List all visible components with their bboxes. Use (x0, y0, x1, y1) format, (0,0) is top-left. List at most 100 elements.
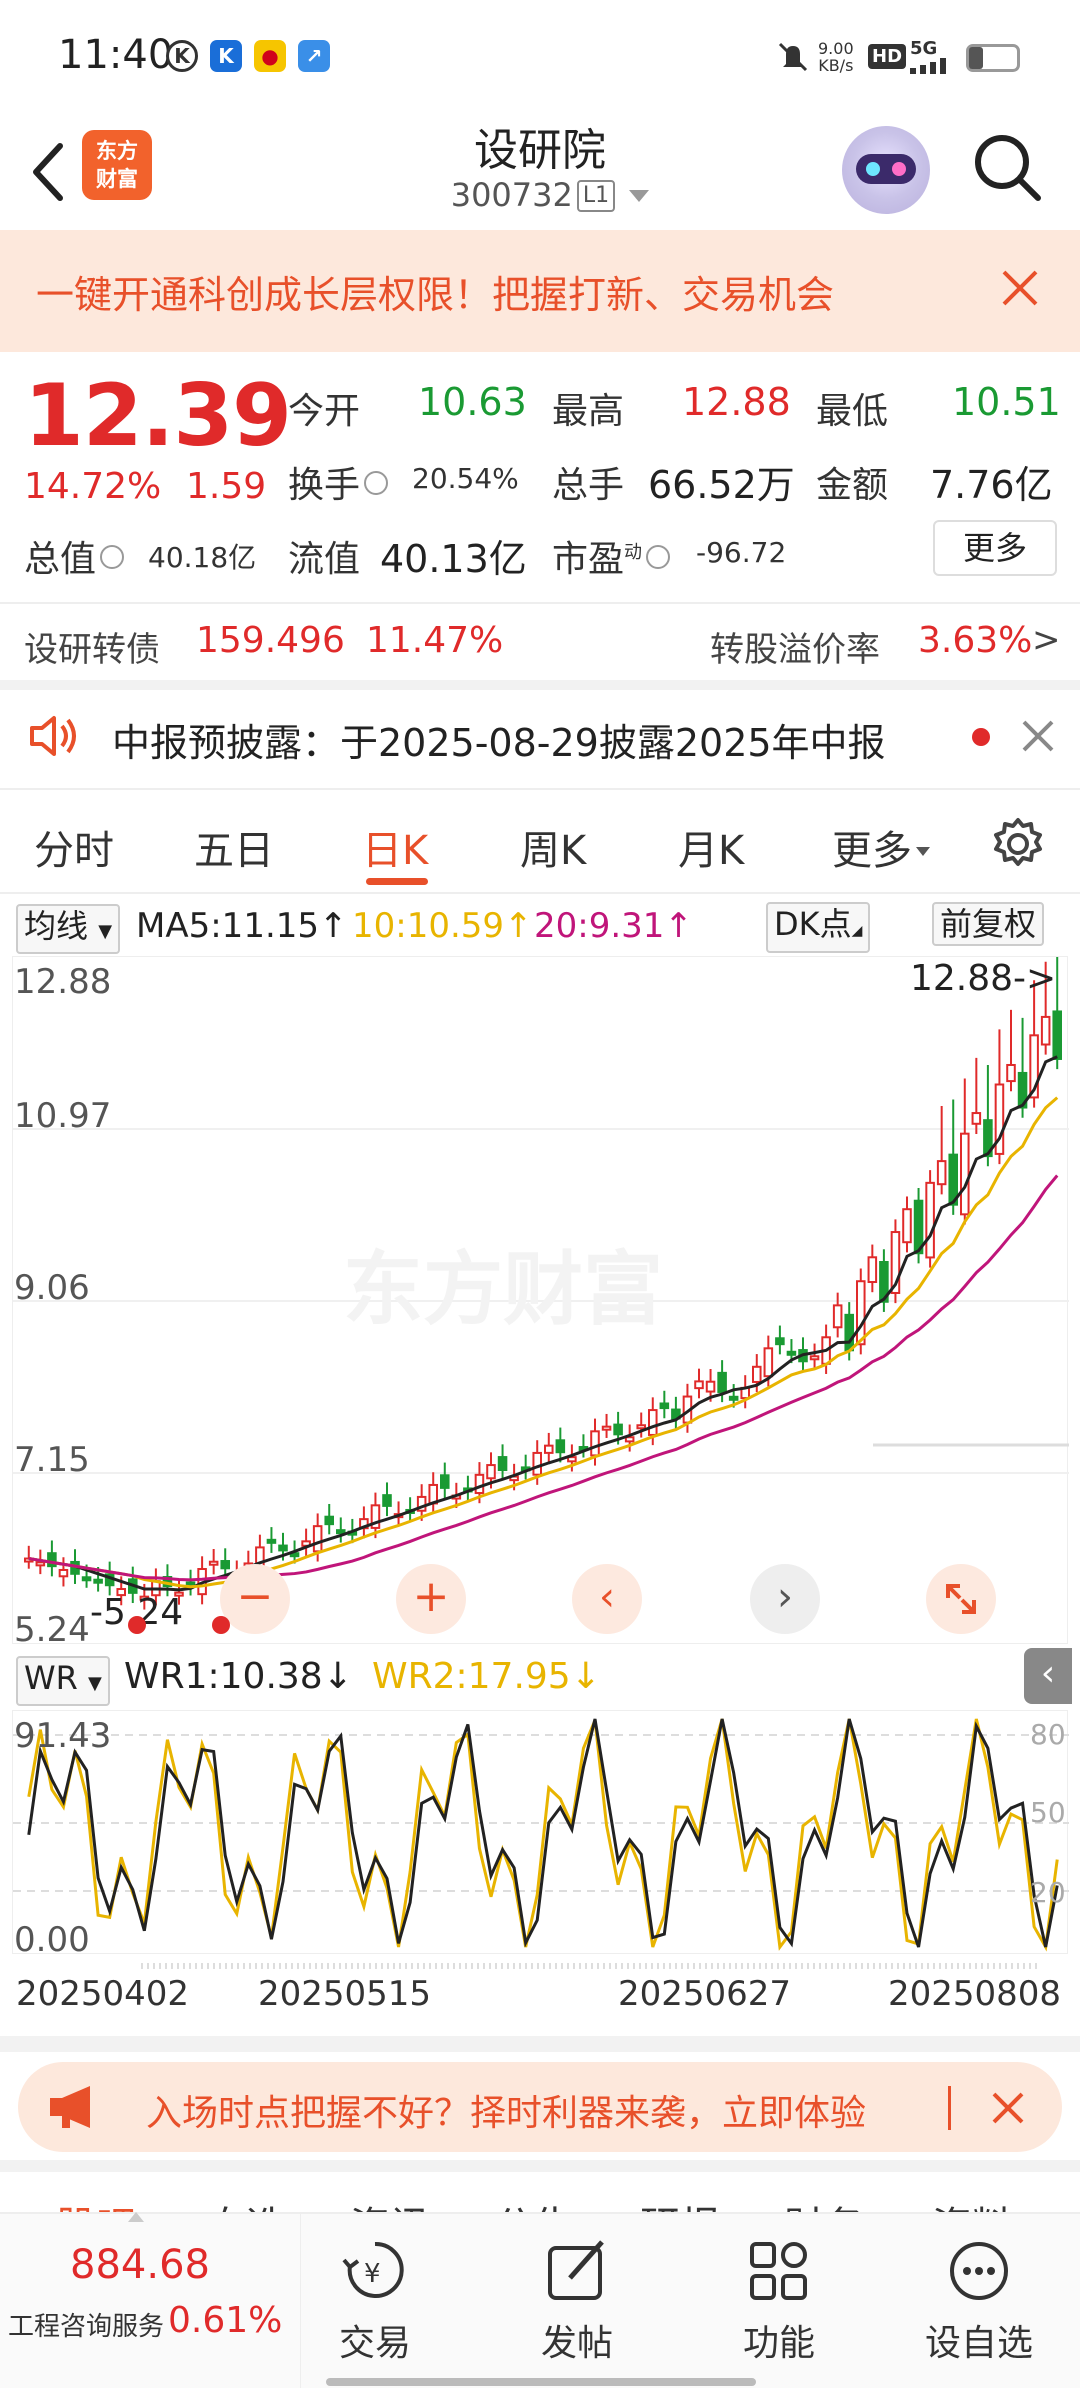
sector-name: 工程咨询服务 (8, 2312, 165, 2342)
chevron-right-icon[interactable]: > (1032, 620, 1061, 660)
promo-text: 一键开通科创成长层权限！把握打新、交易机会 (36, 273, 835, 317)
tab-news[interactable]: 资讯 (350, 2194, 430, 2212)
close-icon[interactable] (1014, 712, 1062, 760)
dk-point-selector[interactable]: DK点◢ (766, 902, 871, 953)
event-dot[interactable] (128, 1616, 146, 1634)
candle (936, 1160, 947, 1186)
tab-research[interactable]: 研报 (640, 2194, 720, 2212)
battery-icon (966, 44, 1020, 72)
y-axis-label: 10.97 (14, 1096, 112, 1136)
scroll-left-button[interactable]: ‹ (572, 1564, 642, 1634)
tab-monthly-k[interactable]: 月K (678, 818, 744, 876)
high-value: 12.88 (682, 380, 791, 424)
tab-daily-k[interactable]: 日K (362, 818, 428, 876)
open-value: 10.63 (418, 380, 527, 424)
divider (0, 788, 1080, 790)
premium-label[interactable]: 转股溢价率 (710, 622, 880, 671)
level-badge: L1 (576, 180, 616, 212)
wr-chart[interactable] (12, 1710, 1069, 1954)
trade-yen-icon[interactable]: ¥ (340, 2236, 410, 2306)
eastmoney-logo: 东方 财富 (82, 130, 152, 200)
more-button[interactable]: 更多 (933, 520, 1057, 576)
period-tabs: 分时 五日 日K 周K 月K 更多 (0, 800, 1080, 890)
function-grid-icon[interactable] (744, 2236, 814, 2306)
candle (856, 1280, 866, 1346)
candle (555, 1439, 566, 1454)
tab-watchlist[interactable]: 自选 (206, 2194, 286, 2212)
home-indicator (326, 2378, 756, 2386)
up-arrow-icon: ↑ (664, 906, 693, 946)
signal-icon (910, 58, 958, 74)
pe-value: -96.72 (696, 536, 787, 569)
settings-gear-icon[interactable] (990, 816, 1046, 872)
candle (544, 1444, 554, 1454)
candle (185, 1581, 196, 1587)
candle (775, 1337, 785, 1346)
date-label: 20250402 (16, 1974, 190, 2014)
tab-profile[interactable]: 资料 (932, 2194, 1012, 2212)
turnover-label-text: 换手 (288, 465, 361, 506)
candle (336, 1529, 346, 1535)
watermark: 东方财富 (343, 1243, 663, 1336)
status-time: 11:40 (58, 32, 174, 78)
ma-selector-label: 均线 (24, 907, 89, 945)
logo-line1: 东方 (96, 139, 138, 163)
candle (382, 1494, 392, 1507)
kline-chart[interactable]: 东方财富 (12, 956, 1069, 1644)
search-icon[interactable] (968, 128, 1048, 208)
tab-announcements[interactable]: 公告 (494, 2194, 574, 2212)
scroll-right-button[interactable]: › (750, 1564, 820, 1634)
notice-bar[interactable]: 中报预披露：于2025-08-29披露2025年中报 (0, 690, 1080, 782)
divider (948, 2086, 951, 2130)
tab-more[interactable]: 更多 (832, 818, 930, 876)
dropdown-triangle-icon (916, 847, 930, 856)
unread-dot (972, 728, 990, 746)
candle (208, 1560, 219, 1566)
tab-guba[interactable]: 股吧 (56, 2194, 136, 2212)
zoom-out-button[interactable]: − (220, 1564, 290, 1634)
close-icon[interactable] (984, 2084, 1032, 2132)
indicator-selector[interactable]: WR ▼ (16, 1656, 110, 1706)
tab-five-day[interactable]: 五日 (194, 818, 274, 876)
add-watchlist-icon[interactable] (944, 2236, 1014, 2306)
promo-banner[interactable]: 一键开通科创成长层权限！把握打新、交易机会 (0, 230, 1080, 352)
post-label[interactable]: 发帖 (507, 2314, 647, 2366)
zoom-in-button[interactable]: + (396, 1564, 466, 1634)
adjust-selector[interactable]: 前复权 (932, 902, 1045, 946)
section-gap (0, 680, 1080, 690)
robot-assistant-icon[interactable] (842, 126, 930, 214)
fullscreen-expand-icon[interactable] (926, 1564, 996, 1634)
candle (220, 1560, 230, 1570)
premium-value: 3.63% (918, 620, 1033, 661)
candle (832, 1304, 843, 1329)
event-dot[interactable] (212, 1616, 230, 1634)
tab-more-label: 更多 (832, 828, 912, 874)
trade-label[interactable]: 交易 (305, 2314, 445, 2366)
post-edit-icon[interactable] (542, 2236, 612, 2306)
tab-weekly-k[interactable]: 周K (520, 818, 586, 876)
ma5-text: MA5:11.15 (136, 906, 320, 946)
close-icon[interactable] (990, 248, 1050, 328)
collapse-panel-button[interactable]: ‹ (1024, 1648, 1072, 1704)
k-blue-app-icon: K (210, 40, 242, 72)
back-arrow-icon[interactable] (22, 130, 82, 210)
y-axis-label: 12.88 (14, 962, 112, 1002)
wr-ref-50: 50 (1030, 1796, 1066, 1829)
net-speed-unit: KB/s (818, 56, 854, 75)
add-watchlist-label[interactable]: 设自选 (909, 2314, 1049, 2366)
tab-finance[interactable]: 财务 (784, 2194, 864, 2212)
wr-ref-20: 20 (1030, 1876, 1066, 1909)
candle (58, 1568, 69, 1578)
convertible-price: 159.496 (196, 620, 345, 661)
convertible-label[interactable]: 设研转债 (24, 622, 160, 671)
candle (971, 1112, 982, 1125)
timing-tool-banner[interactable]: 入场时点把握不好？择时利器来袭，立即体验 (18, 2062, 1062, 2152)
mktcap-label: 总值 (24, 530, 128, 582)
function-label[interactable]: 功能 (709, 2314, 849, 2366)
ma-selector[interactable]: 均线 ▼ (16, 904, 121, 954)
stock-name[interactable]: 设研院 (340, 114, 740, 178)
stock-code-row[interactable]: 300732 L1 (400, 176, 700, 214)
smile-icon (646, 545, 671, 569)
sector-index[interactable]: 884.68 工程咨询服务 0.61% (0, 2212, 300, 2388)
tab-intraday[interactable]: 分时 (34, 818, 114, 876)
